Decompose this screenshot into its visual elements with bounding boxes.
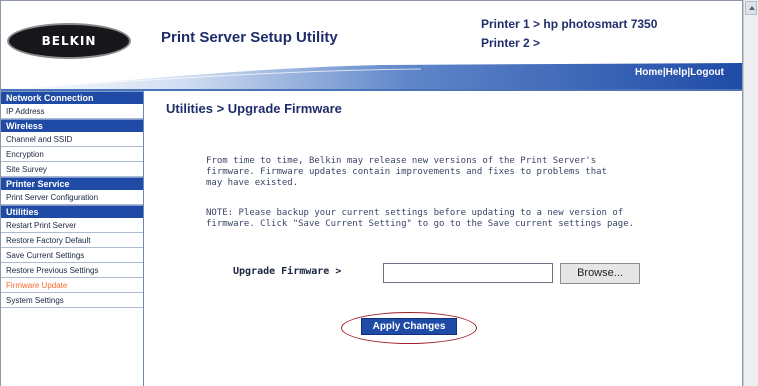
sidebar-item-restore-previous-settings[interactable]: Restore Previous Settings [1, 263, 143, 278]
vertical-scrollbar[interactable] [743, 0, 758, 386]
sidebar-nav: Network Connection IP Address Wireless C… [1, 91, 144, 386]
sidebar-item-encryption[interactable]: Encryption [1, 147, 143, 162]
app-title: Print Server Setup Utility [161, 29, 338, 46]
help-link[interactable]: Help [666, 67, 688, 78]
top-links: Home|Help|Logout [635, 67, 724, 78]
sidebar-item-print-server-configuration[interactable]: Print Server Configuration [1, 190, 143, 205]
apply-changes-button[interactable]: Apply Changes [361, 318, 457, 335]
header-band-graphic [1, 63, 742, 89]
note-text: NOTE: Please backup your current setting… [206, 208, 635, 229]
browse-button[interactable]: Browse... [560, 263, 640, 284]
logout-link[interactable]: Logout [690, 67, 724, 78]
belkin-logo: BELKIN [7, 23, 131, 59]
firmware-file-input[interactable] [383, 263, 553, 283]
scroll-up-button[interactable] [745, 1, 757, 15]
sidebar-section-network-connection: Network Connection [1, 91, 143, 104]
sidebar-item-ip-address[interactable]: IP Address [1, 104, 143, 119]
home-link[interactable]: Home [635, 67, 663, 78]
arrow-up-icon [749, 6, 755, 10]
printer-2-status: Printer 2 > [481, 36, 541, 50]
browser-page: BELKIN Print Server Setup Utility Printe… [0, 0, 743, 386]
sidebar-section-printer-service: Printer Service [1, 177, 143, 190]
sidebar-item-channel-and-ssid[interactable]: Channel and SSID [1, 132, 143, 147]
sidebar-item-save-current-settings[interactable]: Save Current Settings [1, 248, 143, 263]
sidebar-item-system-settings[interactable]: System Settings [1, 293, 143, 308]
main-content: Utilities > Upgrade Firmware From time t… [144, 91, 742, 386]
sidebar-item-site-survey[interactable]: Site Survey [1, 162, 143, 177]
sidebar-item-firmware-update[interactable]: Firmware Update [1, 278, 143, 293]
sidebar-section-utilities: Utilities [1, 205, 143, 218]
header: BELKIN Print Server Setup Utility Printe… [1, 1, 742, 63]
upgrade-firmware-label: Upgrade Firmware > [233, 266, 342, 277]
sidebar-item-restart-print-server[interactable]: Restart Print Server [1, 218, 143, 233]
intro-text: From time to time, Belkin may release ne… [206, 156, 607, 188]
sidebar-item-restore-factory-default[interactable]: Restore Factory Default [1, 233, 143, 248]
printer-1-status: Printer 1 > hp photosmart 7350 [481, 17, 658, 31]
sidebar-section-wireless: Wireless [1, 119, 143, 132]
header-band [1, 63, 742, 89]
page-title: Utilities > Upgrade Firmware [166, 101, 342, 116]
